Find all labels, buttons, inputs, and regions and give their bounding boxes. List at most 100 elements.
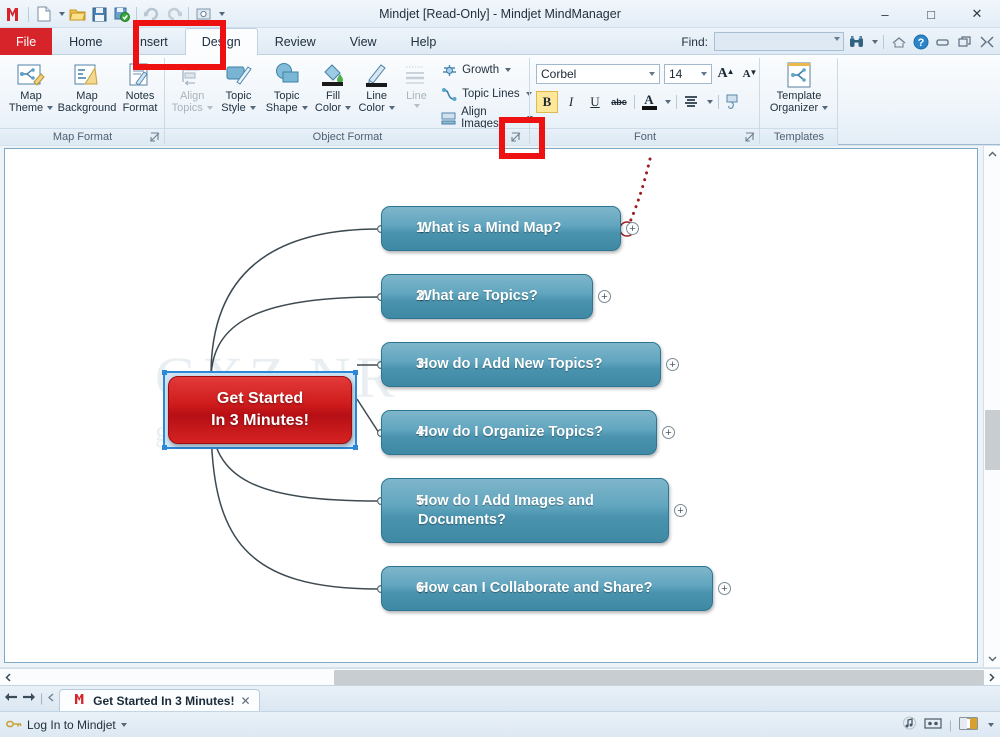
topic-3[interactable]: 3. How do I Add New Topics? — [381, 342, 661, 387]
line-style-button[interactable]: Line — [399, 57, 434, 127]
help-icon[interactable]: ? — [911, 32, 930, 51]
topic-style-icon — [225, 60, 253, 90]
line-color-button[interactable]: Line Color — [354, 57, 398, 127]
topic-1[interactable]: 1. What is a Mind Map? — [381, 206, 621, 251]
view-mode-icon[interactable] — [959, 716, 979, 733]
central-topic[interactable]: Get Started In 3 Minutes! — [162, 370, 358, 450]
font-size-combo[interactable]: 14 — [664, 64, 712, 84]
topic-4-expander[interactable]: + — [662, 426, 675, 439]
font-color-button[interactable]: A — [639, 91, 659, 113]
font-family-combo[interactable]: Corbel — [536, 64, 660, 84]
maximize-button[interactable]: □ — [908, 0, 954, 28]
binoculars-icon[interactable] — [847, 32, 866, 51]
map-format-dialog-launcher[interactable] — [149, 131, 161, 143]
align-topics-label-1: Align — [179, 90, 205, 102]
map-background-button[interactable]: Map Background — [58, 57, 116, 127]
minimize-ribbon-icon[interactable] — [933, 32, 952, 51]
map-background-label-2: Background — [57, 102, 117, 114]
home-icon[interactable] — [889, 32, 908, 51]
growth-button[interactable]: Growth — [438, 59, 538, 81]
template-organizer-icon — [784, 60, 814, 90]
map-theme-button[interactable]: Map Theme — [4, 57, 58, 127]
horizontal-scroll-thumb[interactable] — [334, 670, 984, 685]
font-dialog-launcher[interactable] — [744, 131, 756, 143]
chevron-down-icon[interactable] — [701, 72, 707, 76]
chevron-down-icon[interactable] — [206, 106, 213, 110]
restore-icon[interactable] — [955, 32, 974, 51]
topic-5-expander[interactable]: + — [674, 504, 687, 517]
topic-6[interactable]: 6. How can I Collaborate and Share? — [381, 566, 713, 611]
minimize-button[interactable]: – — [862, 0, 908, 28]
find-dropdown-icon[interactable] — [834, 37, 840, 41]
resize-handle-br[interactable] — [353, 445, 358, 450]
central-topic-body[interactable]: Get Started In 3 Minutes! — [168, 376, 352, 444]
topic-5-text: How do I Add Images and Documents? — [418, 492, 594, 528]
close-icon[interactable]: ✕ — [240, 694, 250, 708]
chevron-down-icon[interactable] — [47, 106, 54, 110]
chevron-down-icon[interactable] — [388, 106, 395, 110]
tab-home[interactable]: Home — [52, 28, 119, 55]
strikethrough-button[interactable]: abc — [608, 91, 630, 113]
topic-5[interactable]: 5. How do I Add Images and Documents? — [381, 478, 669, 543]
scroll-right-button[interactable] — [983, 669, 1000, 686]
chevron-down-icon[interactable] — [822, 106, 829, 110]
document-tab[interactable]: Get Started In 3 Minutes! ✕ — [59, 689, 260, 711]
chevron-down-icon[interactable] — [301, 106, 308, 110]
resize-handle-tl[interactable] — [162, 370, 167, 375]
topic-4[interactable]: 4. How do I Organize Topics? — [381, 410, 657, 455]
tab-file[interactable]: File — [0, 28, 53, 55]
topic-2-text: What are Topics? — [418, 288, 538, 304]
chevron-down-icon[interactable] — [345, 106, 352, 110]
collapse-icon[interactable] — [977, 32, 996, 51]
grow-font-button[interactable]: A ▲ — [716, 63, 736, 85]
italic-button[interactable]: I — [560, 91, 582, 113]
fill-color-button[interactable]: Fill Color — [312, 57, 355, 127]
text-align-dropdown-icon[interactable] — [703, 91, 714, 113]
scroll-up-button[interactable] — [984, 146, 1000, 163]
shrink-font-button[interactable]: A ▼ — [740, 63, 760, 85]
resize-handle-tr[interactable] — [353, 370, 358, 375]
tab-help[interactable]: Help — [394, 28, 454, 55]
topic-2[interactable]: 2. What are Topics? — [381, 274, 593, 319]
vertical-scrollbar[interactable] — [983, 146, 1000, 667]
horizontal-scrollbar[interactable] — [0, 668, 1000, 685]
chevron-down-icon[interactable] — [414, 104, 421, 108]
map-theme-label-1: Map — [20, 90, 42, 102]
text-align-button[interactable] — [681, 91, 701, 113]
presentation-icon[interactable] — [924, 717, 942, 733]
underline-button[interactable]: U — [584, 91, 606, 113]
resize-handle-bl[interactable] — [162, 445, 167, 450]
audio-icon[interactable] — [902, 716, 917, 733]
svg-text:?: ? — [917, 37, 924, 49]
font-color-dropdown-icon[interactable] — [661, 91, 672, 113]
chevron-down-icon[interactable] — [249, 106, 256, 110]
tab-list-icon[interactable] — [47, 691, 55, 705]
login-dropdown-icon[interactable] — [120, 722, 127, 727]
view-mode-dropdown-icon[interactable] — [988, 722, 994, 727]
close-button[interactable]: ✕ — [954, 0, 1000, 28]
topic-3-text: How do I Add New Topics? — [418, 356, 603, 372]
topic-shape-button[interactable]: Topic Shape — [262, 57, 312, 127]
template-organizer-button[interactable]: Template Organizer — [764, 57, 834, 127]
back-arrow-icon[interactable] — [4, 691, 18, 706]
tab-review[interactable]: Review — [258, 28, 333, 55]
find-input[interactable] — [714, 32, 844, 51]
topic-3-expander[interactable]: + — [666, 358, 679, 371]
mind-map-canvas[interactable]: GXZ NR gxztom.com — [4, 148, 978, 663]
scroll-left-button[interactable] — [0, 669, 17, 686]
forward-arrow-icon[interactable] — [22, 691, 36, 706]
topic-2-expander[interactable]: + — [598, 290, 611, 303]
topic-lines-button[interactable]: Topic Lines — [438, 83, 538, 105]
binoculars-dropdown-icon[interactable] — [869, 32, 878, 51]
font-separator-1 — [634, 95, 635, 109]
format-painter-button[interactable] — [723, 91, 745, 113]
vertical-scroll-thumb[interactable] — [985, 410, 1000, 470]
topic-6-expander[interactable]: + — [718, 582, 731, 595]
topic-1-expander[interactable]: + — [626, 222, 639, 235]
tab-view[interactable]: View — [333, 28, 394, 55]
chevron-down-icon[interactable] — [649, 72, 655, 76]
login-label[interactable]: Log In to Mindjet — [27, 718, 116, 732]
chevron-down-icon[interactable] — [505, 68, 512, 72]
scroll-down-button[interactable] — [984, 650, 1000, 667]
bold-button[interactable]: B — [536, 91, 558, 113]
